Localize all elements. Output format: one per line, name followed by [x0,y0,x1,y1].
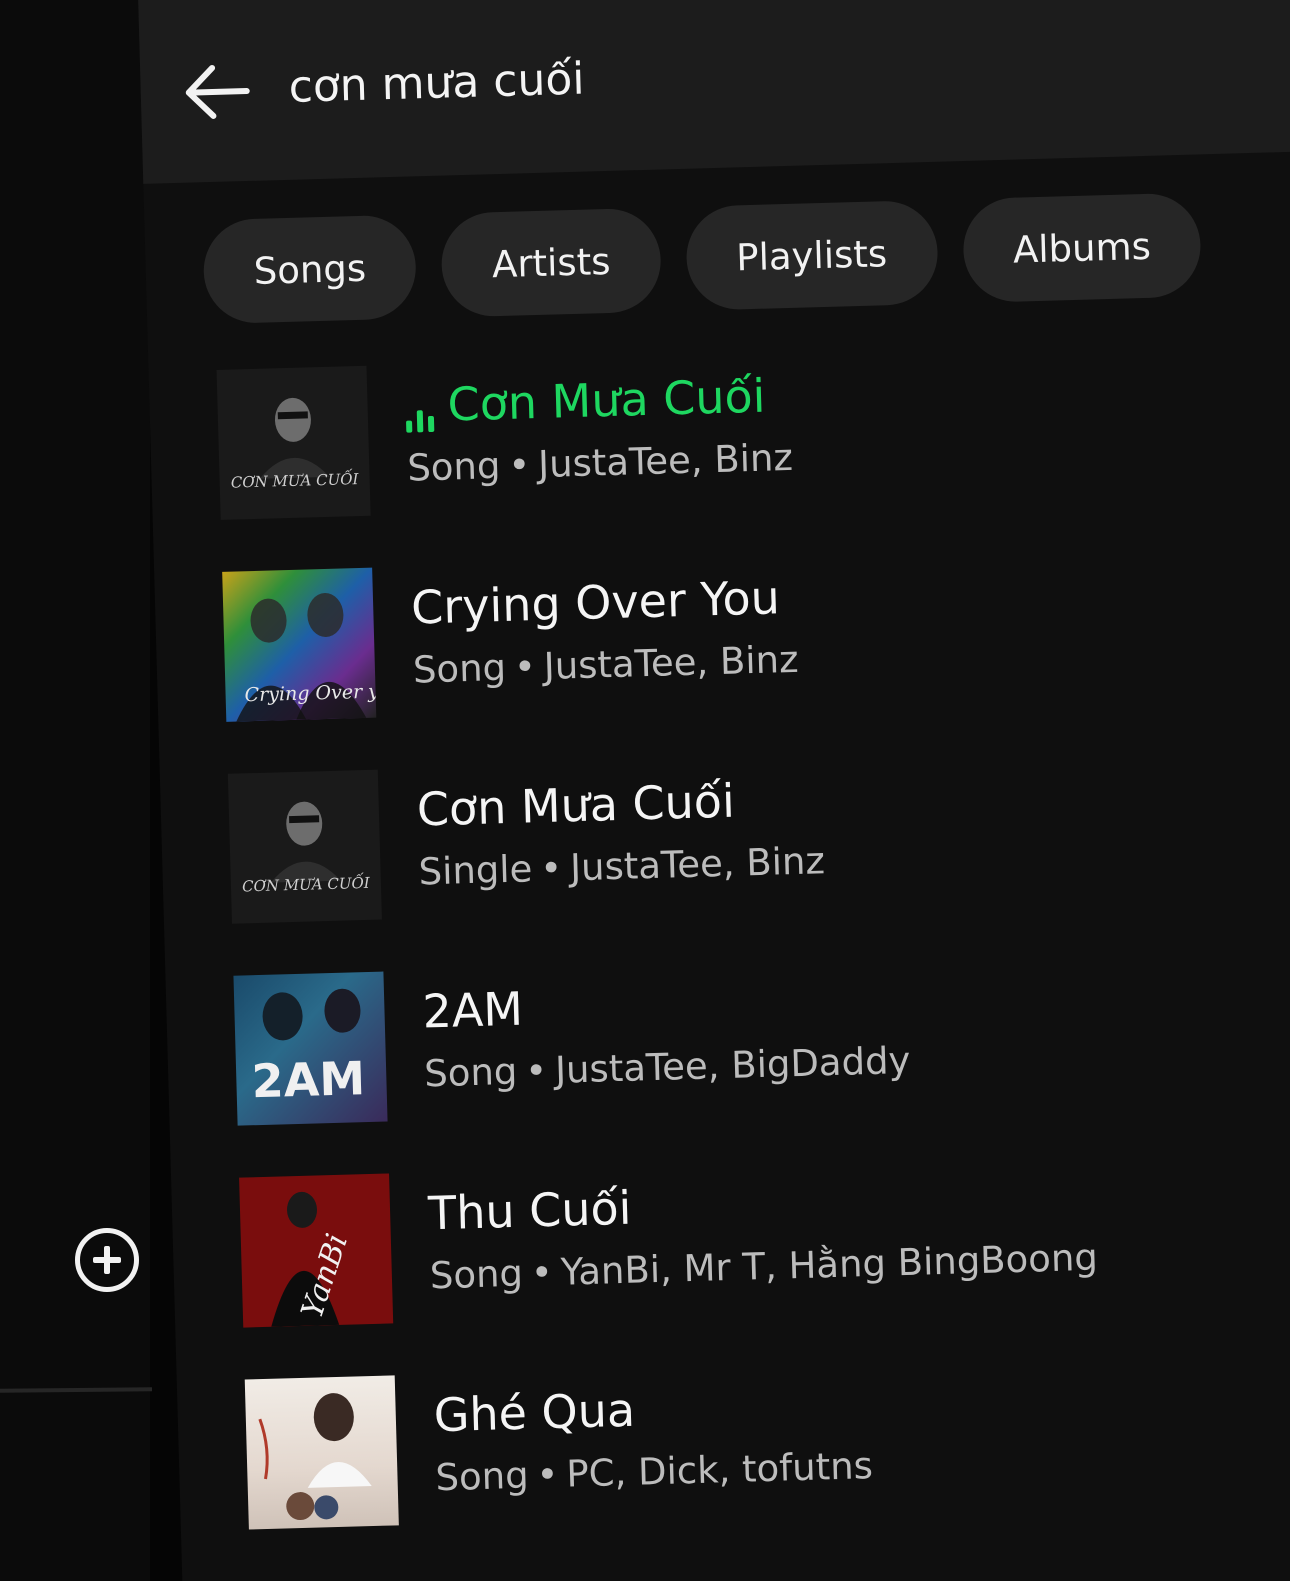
result-row[interactable]: Ghé Qua Song • PC, Dick, tofutns [244,1344,1250,1574]
search-bar [138,0,1290,184]
album-art: YanBi [239,1173,394,1328]
result-subtitle: Song • JustaTee, Binz [406,435,794,490]
result-type: Song [429,1251,524,1298]
result-subtitle: Song • PC, Dick, tofutns [434,1444,874,1500]
filter-chip-albums[interactable]: Albums [961,192,1203,304]
back-arrow-icon[interactable] [182,61,254,123]
album-art-text: CƠN MƯA CUỐI [242,872,371,896]
result-type: Song [423,1049,518,1096]
filter-chips: Songs Artists Playlists Albums [202,192,1203,325]
rail-divider [0,1387,153,1393]
filter-chip-songs[interactable]: Songs [202,214,418,325]
album-art [244,1375,399,1530]
result-meta: Ghé Qua Song • PC, Dick, tofutns [433,1376,874,1500]
result-subtitle: Song • JustaTee, Binz [412,637,800,692]
result-title: Cơn Mưa Cuối [446,368,767,432]
result-subtitle: Song • JustaTee, BigDaddy [423,1038,911,1096]
results-list: CƠN MƯA CUỐI Cơn Mưa Cuối Song • JustaTee,… [216,334,1249,1573]
left-rail [0,0,153,1581]
filter-chip-playlists[interactable]: Playlists [684,199,939,311]
result-type: Song [434,1453,530,1500]
result-type: Song [412,645,507,692]
result-artists: YanBi, Mr T, Hằng BingBoong [560,1235,1099,1294]
equalizer-icon [406,402,435,433]
now-playing-title: Cơn Mưa Cuối [405,368,792,433]
result-artists: JustaTee, Binz [543,637,800,688]
result-meta: Thu Cuối Song • YanBi, Mr T, Hằng BingBoon… [427,1168,1098,1298]
search-input[interactable] [287,28,1190,120]
result-subtitle: Single • JustaTee, Binz [418,839,826,894]
album-art: Crying Over you [222,567,377,722]
result-row[interactable]: Crying Over you Crying Over You Song • Jus… [222,536,1227,766]
result-title: Thu Cuối [427,1180,633,1241]
result-artists: PC, Dick, tofutns [565,1444,874,1496]
result-row[interactable]: CƠN MƯA CUỐI Cơn Mưa Cuối Single • JustaTe… [227,738,1233,968]
album-art: 2AM [233,971,388,1126]
result-artists: JustaTee, Binz [537,435,794,487]
app-root: Songs Artists Playlists Albums CƠN MƯA C… [0,0,1290,1581]
result-meta: 2AM Song • JustaTee, BigDaddy [422,971,911,1096]
result-meta: Cơn Mưa Cuối Song • JustaTee, Binz [405,368,794,490]
result-type: Single [418,847,533,894]
result-artists: JustaTee, BigDaddy [554,1038,911,1092]
result-row[interactable]: 2AM 2AM Song • JustaTee, BigDaddy [233,940,1238,1170]
add-icon[interactable] [75,1228,139,1292]
album-art: CƠN MƯA CUỐI [216,365,371,520]
search-panel: Songs Artists Playlists Albums CƠN MƯA C… [138,0,1290,1581]
album-art-text: Crying Over you [244,680,376,706]
result-subtitle: Song • YanBi, Mr T, Hằng BingBoong [429,1235,1099,1298]
result-row[interactable]: CƠN MƯA CUỐI Cơn Mưa Cuối Song • JustaTee,… [216,334,1221,564]
result-title: Crying Over You [410,570,781,635]
result-type: Song [406,444,501,490]
result-title: Cơn Mưa Cuối [416,773,736,837]
album-art-text: 2AM [251,1051,366,1108]
result-title: Ghé Qua [433,1382,636,1443]
result-title: 2AM [421,981,524,1039]
album-art: CƠN MƯA CUỐI [227,769,382,924]
result-row[interactable]: YanBi Thu Cuối Song • YanBi, Mr T, Hằng Bi… [239,1142,1244,1372]
result-meta: Crying Over You Song • JustaTee, Binz [410,570,800,692]
result-artists: JustaTee, Binz [569,839,826,890]
album-art-text: CƠN MƯA CUỐI [231,468,360,492]
result-meta: Cơn Mưa Cuối Single • JustaTee, Binz [416,771,826,894]
filter-chip-artists[interactable]: Artists [440,207,662,318]
